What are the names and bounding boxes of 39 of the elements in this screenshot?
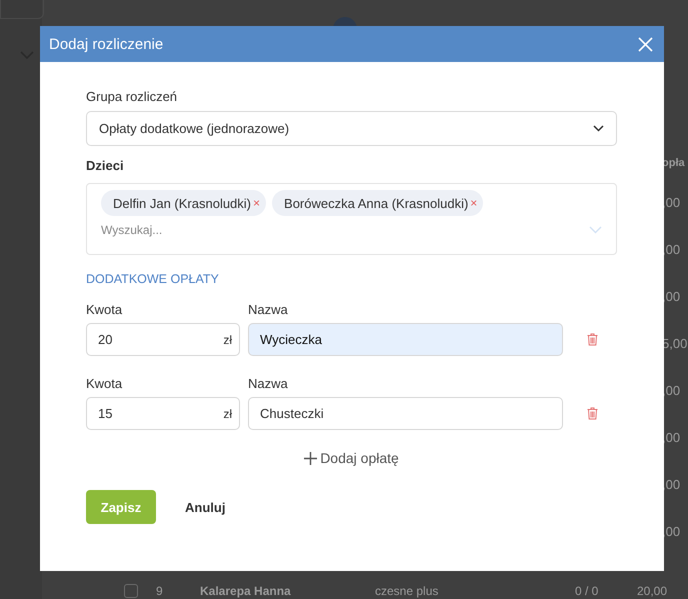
- add-fee-button[interactable]: Dodaj opłatę: [304, 450, 399, 466]
- group-select[interactable]: Opłaty dodatkowe (jednorazowe): [86, 111, 617, 146]
- currency-label: zł: [223, 332, 232, 346]
- chevron-down-icon: [589, 226, 602, 234]
- amount-field[interactable]: 15 zł: [86, 397, 240, 430]
- table-cell-text: ,00: [662, 523, 682, 541]
- field-label: Dzieci: [86, 158, 125, 173]
- table-cell-text: 0 / 0: [575, 584, 600, 598]
- tag-label: Boróweczka Anna (Krasnoludki): [284, 196, 468, 210]
- table-cell-text: ,00: [662, 288, 682, 306]
- children-select[interactable]: Delfin Jan (Krasnoludki)× Boróweczka Anna (Krasnoludki)× Wyszukaj...: [86, 183, 617, 255]
- field-label: Nazwa: [248, 376, 289, 391]
- name-field[interactable]: Wycieczka: [248, 323, 563, 356]
- name-field[interactable]: Chusteczki: [248, 397, 563, 430]
- section-heading: DODATKOWE OPŁATY: [86, 272, 220, 286]
- table-cell-text: ,00: [662, 476, 682, 494]
- table-cell: 20,00: [637, 584, 668, 598]
- cancel-button[interactable]: Anuluj: [185, 500, 226, 514]
- field-label: Nazwa: [248, 302, 289, 317]
- table-cell-text: Kalarepa Hanna: [200, 584, 292, 598]
- table-cell-text: ,00: [662, 382, 682, 400]
- close-icon[interactable]: [638, 36, 653, 52]
- plus-icon: [304, 452, 318, 464]
- row-checkbox[interactable]: [124, 584, 138, 598]
- trash-icon[interactable]: [587, 407, 598, 420]
- table-cell-text: czesne plus: [375, 584, 440, 598]
- trash-icon[interactable]: [587, 333, 598, 346]
- table-cell-text: ,00: [662, 241, 682, 259]
- field-label: Kwota: [86, 376, 124, 391]
- chevron-down-icon: [593, 125, 604, 132]
- field-label: Kwota: [86, 302, 124, 317]
- currency-label: zł: [223, 406, 232, 420]
- amount-field[interactable]: 20 zł: [86, 323, 240, 356]
- dialog-title: Dodaj rozliczenie: [49, 36, 164, 52]
- table-cell-text: ,00: [662, 194, 682, 212]
- table-cell-text: ,00: [662, 429, 682, 447]
- field-label: Grupa rozliczeń: [86, 89, 178, 104]
- tag-label: Delfin Jan (Krasnoludki): [113, 196, 252, 210]
- table-cell-text: 9: [156, 584, 164, 598]
